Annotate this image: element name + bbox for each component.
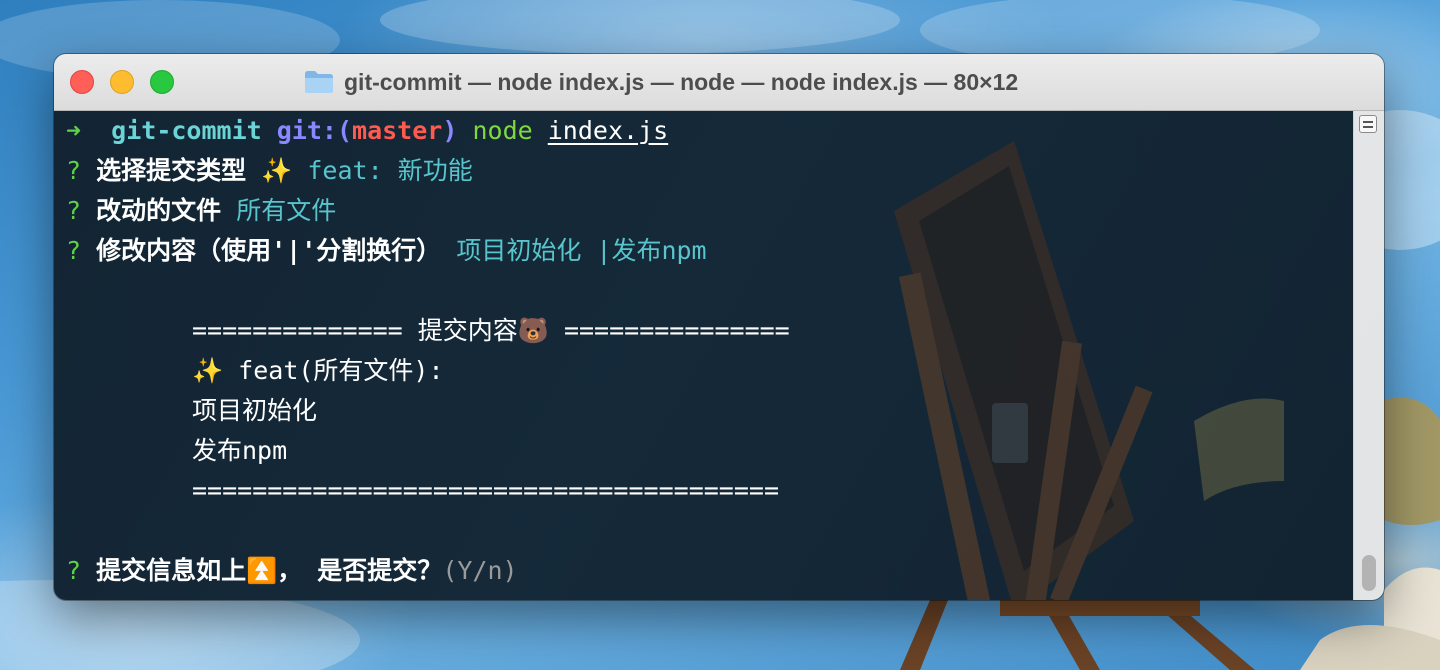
question-mark: ? <box>66 196 82 225</box>
git-label: git: <box>276 116 337 145</box>
question-text: 改动的文件 <box>96 196 222 225</box>
question-change-content: ? 修改内容（使用'|'分割换行） 项目初始化 |发布npm <box>66 231 1346 271</box>
confirm-hint: (Y/n) <box>442 556 518 585</box>
answer-text: 所有文件 <box>236 196 337 225</box>
summary-line: 发布npm <box>192 436 288 465</box>
command-line: ➜ git-commit git:(master) node index.js <box>66 111 1346 151</box>
answer-text: ✨ feat: 新功能 <box>261 156 473 185</box>
summary-header: ============== 提交内容🐻 =============== <box>192 316 790 345</box>
zoom-button[interactable] <box>150 70 174 94</box>
git-branch: master <box>352 116 443 145</box>
question-mark: ? <box>66 156 82 185</box>
branch-paren-open: ( <box>336 116 353 145</box>
window-title: git-commit — node index.js — node — node… <box>304 66 1018 98</box>
command-program: node <box>472 116 533 145</box>
terminal-output: ➜ git-commit git:(master) node index.js … <box>66 111 1346 591</box>
prompt-arrow: ➜ <box>66 116 82 145</box>
question-commit-type: ? 选择提交类型 ✨ feat: 新功能 <box>66 151 1346 191</box>
minimize-button[interactable] <box>110 70 134 94</box>
scrollbar-thumb[interactable] <box>1362 555 1376 591</box>
summary-line: ✨ feat(所有文件): <box>192 356 444 385</box>
terminal-window: git-commit — node index.js — node — node… <box>54 54 1384 600</box>
question-text: 选择提交类型 <box>96 156 247 185</box>
question-text: 提交信息如上⏫， 是否提交？ <box>96 556 443 585</box>
window-title-text: git-commit — node index.js — node — node… <box>344 68 1019 95</box>
summary-line: 项目初始化 <box>192 396 318 425</box>
question-mark: ? <box>66 556 82 585</box>
current-directory: git-commit <box>111 116 262 145</box>
command-file: index.js <box>547 116 669 145</box>
title-bar[interactable]: git-commit — node index.js — node — node… <box>54 54 1384 111</box>
vertical-scrollbar[interactable] <box>1353 111 1384 600</box>
menu-icon[interactable] <box>1359 115 1377 133</box>
question-changed-files: ? 改动的文件 所有文件 <box>66 191 1346 231</box>
close-button[interactable] <box>70 70 94 94</box>
summary-footer: ======================================= <box>192 476 779 505</box>
terminal-content[interactable]: ➜ git-commit git:(master) node index.js … <box>54 111 1384 600</box>
branch-paren-close: ) <box>442 116 458 145</box>
question-mark: ? <box>66 236 82 265</box>
question-confirm-commit: ? 提交信息如上⏫， 是否提交？(Y/n) <box>66 551 1346 591</box>
question-text: 修改内容（使用'|'分割换行） <box>96 236 442 265</box>
folder-icon <box>305 71 333 93</box>
answer-text: 项目初始化 |发布npm <box>456 236 707 265</box>
